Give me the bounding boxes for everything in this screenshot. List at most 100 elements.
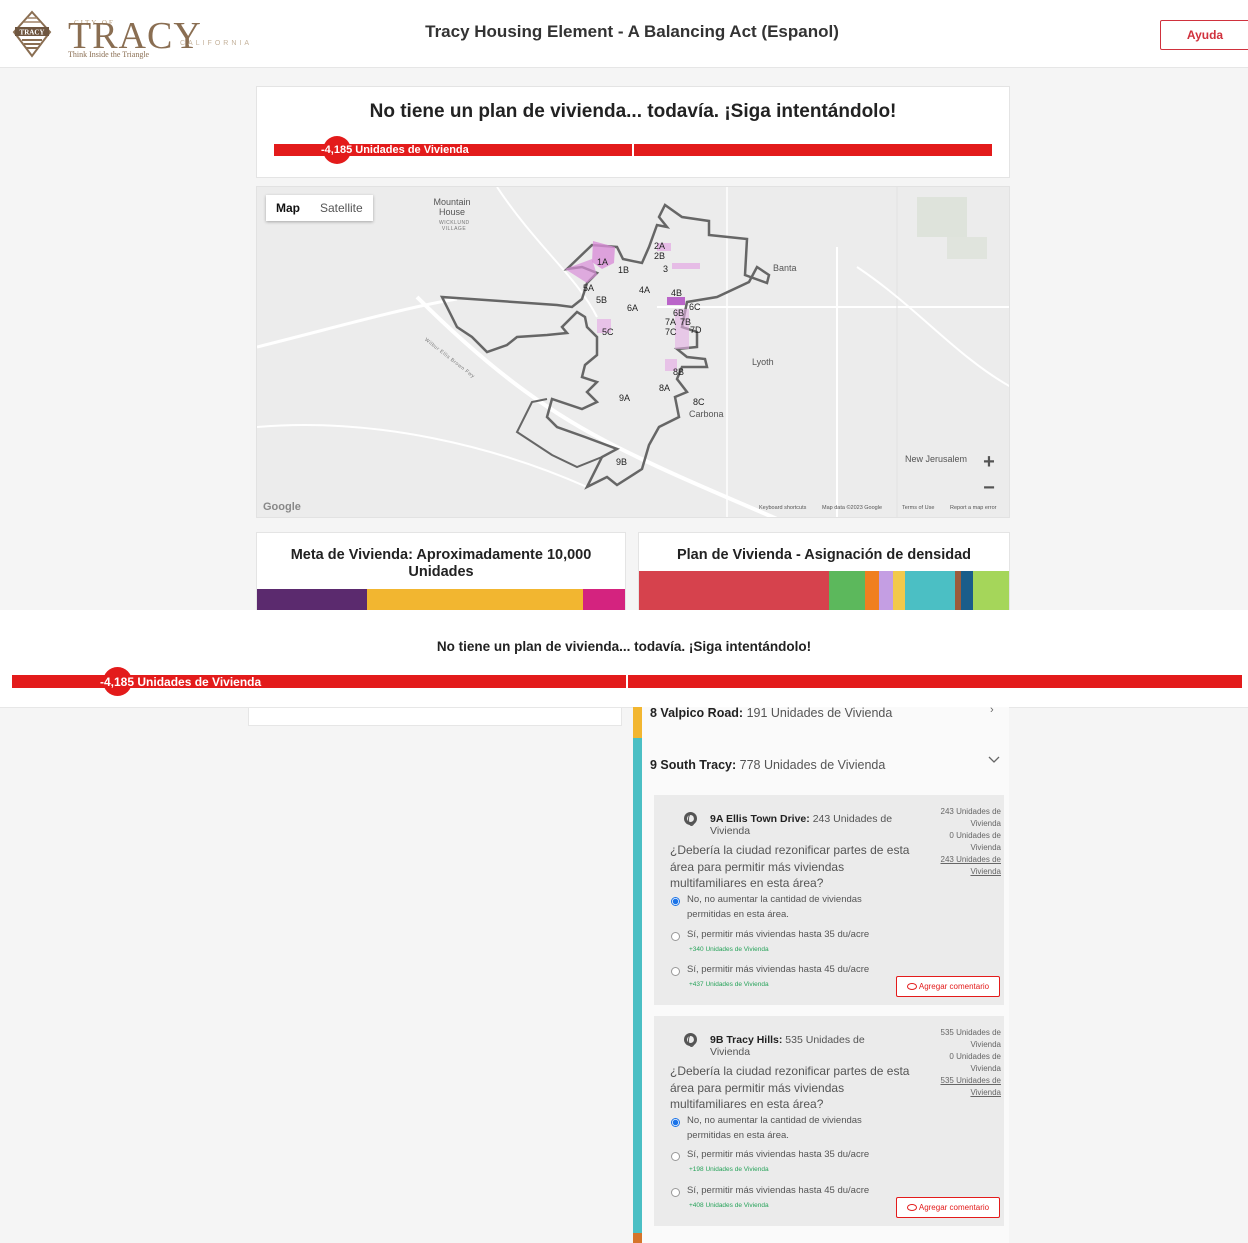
- zone-label[interactable]: 3: [663, 264, 668, 274]
- option-radio[interactable]: [671, 967, 680, 976]
- option-radio[interactable]: [671, 897, 680, 906]
- map-type-map-button[interactable]: Map: [266, 195, 310, 221]
- add-comment-label: Agregar comentario: [918, 1203, 990, 1212]
- place-label: WICKLUND VILLAGE: [439, 220, 470, 232]
- option-delta: +408 Unidades de Vivienda: [689, 1202, 769, 1209]
- plan-segment: [865, 571, 879, 610]
- calc-added: 0 Unidades de Vivienda: [949, 1052, 1001, 1073]
- plan-segment: [905, 571, 955, 610]
- goal-segment: [257, 589, 367, 610]
- calc-base: 535 Unidades de Vivienda: [940, 1028, 1002, 1049]
- option-radio[interactable]: [671, 1188, 680, 1197]
- chevron-down-icon[interactable]: [988, 756, 1000, 764]
- status-card: No tiene un plan de vivienda... todavía.…: [256, 86, 1010, 178]
- category-name: 9 South Tracy:: [650, 758, 737, 772]
- units-label: -4,185 Unidades de Vivienda: [321, 144, 469, 156]
- globe-icon: [684, 812, 697, 826]
- site-question-9a: ¿Debería la ciudad rezonificar partes de…: [670, 843, 910, 890]
- chevron-right-icon[interactable]: ›: [990, 704, 994, 716]
- status-heading: No tiene un plan de vivienda... todavía.…: [369, 101, 897, 122]
- option-label[interactable]: Sí, permitir más viviendas hasta 35 du/a…: [687, 1147, 869, 1162]
- category-units: 778 Unidades de Vivienda: [739, 758, 886, 772]
- category-valpico-road[interactable]: 8 Valpico Road: 191 Unidades de Vivienda: [650, 706, 892, 720]
- option-radio[interactable]: [671, 1152, 680, 1161]
- add-comment-button[interactable]: Agregar comentario: [896, 1197, 1000, 1218]
- map-attribution-data: Map data ©2023 Google: [822, 505, 883, 511]
- zone-label[interactable]: 6C: [689, 302, 701, 312]
- calc-base: 243 Unidades de Vivienda: [940, 807, 1002, 828]
- zone-label[interactable]: 1A: [597, 257, 608, 267]
- site-title-9a: 9A Ellis Town Drive: 243 Unidades de Viv…: [710, 813, 906, 837]
- zone-label[interactable]: 8C: [693, 397, 705, 407]
- option-label[interactable]: Sí, permitir más viviendas hasta 35 du/a…: [687, 927, 869, 942]
- place-label: New Jerusalem: [905, 454, 968, 464]
- help-button[interactable]: Ayuda: [1160, 20, 1248, 50]
- option-delta: +340 Unidades de Vivienda: [689, 946, 769, 953]
- zone-label[interactable]: 6A: [627, 303, 638, 313]
- bar-midpoint: [632, 144, 634, 156]
- sticky-status: No tiene un plan de vivienda... todavía.…: [0, 619, 1248, 708]
- zoom-out-button[interactable]: −: [975, 475, 1003, 501]
- site-name: 9A Ellis Town Drive:: [710, 813, 810, 825]
- category-rail-valpico: [633, 707, 642, 738]
- view-divider: [0, 610, 1248, 619]
- zone-label[interactable]: 7A: [665, 317, 676, 327]
- status-heading-sticky: No tiene un plan de vivienda... todavía.…: [436, 639, 812, 654]
- add-comment-button[interactable]: Agregar comentario: [896, 976, 1000, 997]
- category-south-tracy[interactable]: 9 South Tracy: 778 Unidades de Vivienda: [650, 758, 885, 772]
- comment-icon: [906, 983, 917, 990]
- category-name: 8 Valpico Road:: [650, 706, 744, 720]
- top-header: TRACY CITY OF TRACY CALIFORNIA Think Ins…: [0, 0, 1248, 68]
- add-comment-label: Agregar comentario: [918, 982, 990, 991]
- option-label[interactable]: Sí, permitir más viviendas hasta 45 du/a…: [687, 1183, 869, 1198]
- category-rail-next: [633, 1233, 642, 1243]
- app-title: Tracy Housing Element - A Balancing Act …: [425, 22, 839, 41]
- zone-label[interactable]: 7C: [665, 327, 677, 337]
- zone-label[interactable]: 9B: [616, 457, 627, 467]
- option-delta: +437 Unidades de Vivienda: [689, 981, 769, 988]
- map-type-toggle[interactable]: Map Satellite: [266, 195, 373, 221]
- zone-label[interactable]: 8A: [659, 383, 670, 393]
- map-type-satellite-button[interactable]: Satellite: [310, 195, 373, 221]
- map-canvas[interactable]: [257, 187, 1010, 518]
- plan-segment: [879, 571, 893, 610]
- site-calc-9a: 243 Unidades de Vivienda 0 Unidades de V…: [921, 806, 1002, 878]
- zone-label[interactable]: 9A: [619, 393, 630, 403]
- zone-label[interactable]: 2A: [654, 241, 665, 251]
- zone-label[interactable]: 1B: [618, 265, 629, 275]
- zone-label[interactable]: 2B: [654, 251, 665, 261]
- housing-plan-title: Plan de Vivienda - Asignación de densida…: [676, 547, 972, 563]
- zone-label[interactable]: 5A: [583, 283, 594, 293]
- map[interactable]: Map Satellite Mountain House WICKLUND VI…: [256, 186, 1010, 518]
- map-attribution-shortcuts[interactable]: Keyboard shortcuts: [759, 505, 806, 511]
- option-delta: +198 Unidades de Vivienda: [689, 1166, 769, 1173]
- zone-label[interactable]: 8B: [673, 367, 684, 377]
- option-radio[interactable]: [671, 932, 680, 941]
- plan-segment: [961, 571, 973, 610]
- place-label: Banta: [773, 263, 797, 273]
- lower-view: No tiene un plan de vivienda... todavía.…: [0, 619, 1248, 1243]
- housing-goal-card: Meta de Vivienda: Aproximadamente 10,000…: [256, 532, 626, 610]
- zone-label[interactable]: 4B: [671, 288, 682, 298]
- option-label[interactable]: No, no aumentar la cantidad de viviendas…: [687, 892, 897, 922]
- zone-label[interactable]: 4A: [639, 285, 650, 295]
- goal-segment: [583, 589, 625, 610]
- plan-segment: [893, 571, 905, 610]
- map-attribution-terms[interactable]: Terms of Use: [902, 505, 934, 511]
- zone-label[interactable]: 5B: [596, 295, 607, 305]
- option-label[interactable]: No, no aumentar la cantidad de viviendas…: [687, 1113, 897, 1143]
- map-attribution-report[interactable]: Report a map error: [950, 505, 996, 511]
- calc-added: 0 Unidades de Vivienda: [949, 831, 1001, 852]
- units-label-sticky: -4,185 Unidades de Vivienda: [100, 675, 262, 689]
- calc-total: 535 Unidades de Vivienda: [940, 1076, 1002, 1097]
- zone-label[interactable]: 5C: [602, 327, 614, 337]
- option-label[interactable]: Sí, permitir más viviendas hasta 45 du/a…: [687, 962, 869, 977]
- plan-segment: [829, 571, 865, 610]
- google-logo: Google: [263, 501, 301, 513]
- place-label: Mountain House: [433, 197, 471, 217]
- zone-label[interactable]: 7D: [690, 325, 702, 335]
- site-question-9b: ¿Debería la ciudad rezonificar partes de…: [670, 1064, 910, 1111]
- option-radio[interactable]: [671, 1118, 680, 1127]
- plan-segment: [973, 571, 1009, 610]
- zoom-in-button[interactable]: +: [975, 449, 1003, 475]
